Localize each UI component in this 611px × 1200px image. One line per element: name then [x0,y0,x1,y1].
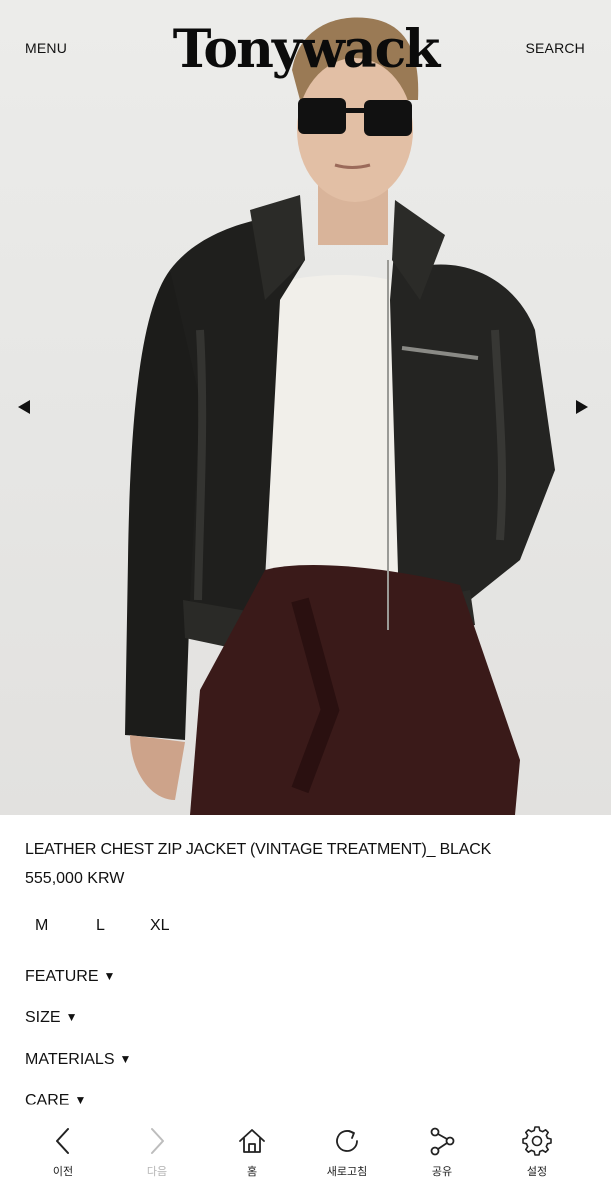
settings-label: 설정 [526,1165,548,1178]
search-button[interactable]: SEARCH [525,40,585,56]
gear-icon [522,1126,552,1156]
size-options: M L XL [0,917,611,939]
caret-down-icon: ▼ [65,1010,78,1024]
accordion-size[interactable]: SIZE ▼ [25,1009,77,1027]
home-label: 홈 [246,1165,258,1178]
prev-image-button[interactable] [15,398,33,416]
size-option-xl[interactable]: XL [150,917,170,935]
share-icon [430,1127,455,1156]
browser-bottom-bar: 이전 다음 홈 새로고침 공유 설정 [0,1112,611,1200]
triangle-right-icon [576,400,588,414]
size-option-m[interactable]: M [35,917,48,935]
product-title: LEATHER CHEST ZIP JACKET (VINTAGE TREATM… [25,841,492,858]
forward-label: 다음 [146,1165,168,1178]
share-button[interactable]: 공유 [402,1126,482,1190]
home-button[interactable]: 홈 [212,1126,292,1190]
brand-logo[interactable]: Tonywack [0,18,611,82]
share-label: 공유 [431,1165,453,1178]
next-image-button[interactable] [573,398,591,416]
back-button[interactable]: 이전 [23,1126,103,1190]
chevron-left-icon [56,1128,69,1154]
refresh-button[interactable]: 새로고침 [307,1126,387,1190]
forward-button[interactable]: 다음 [117,1126,197,1190]
triangle-left-icon [18,400,30,414]
home-icon [239,1129,265,1153]
caret-down-icon: ▼ [103,969,116,983]
product-price: 555,000 KRW [25,870,125,887]
accordion-label: SIZE [25,1009,61,1026]
chevron-right-icon [151,1128,164,1154]
model-photo [125,17,555,815]
accordion-label: FEATURE [25,968,99,985]
caret-down-icon: ▼ [119,1052,132,1066]
accordion-materials[interactable]: MATERIALS ▼ [25,1051,131,1069]
accordion-label: MATERIALS [25,1051,115,1068]
settings-button[interactable]: 설정 [497,1126,577,1190]
accordion-feature[interactable]: FEATURE ▼ [25,968,115,986]
back-label: 이전 [52,1165,74,1178]
size-option-l[interactable]: L [96,917,105,935]
product-hero-image: MENU Tonywack SEARCH [0,0,611,815]
refresh-label: 새로고침 [326,1165,368,1178]
refresh-icon [336,1130,358,1152]
